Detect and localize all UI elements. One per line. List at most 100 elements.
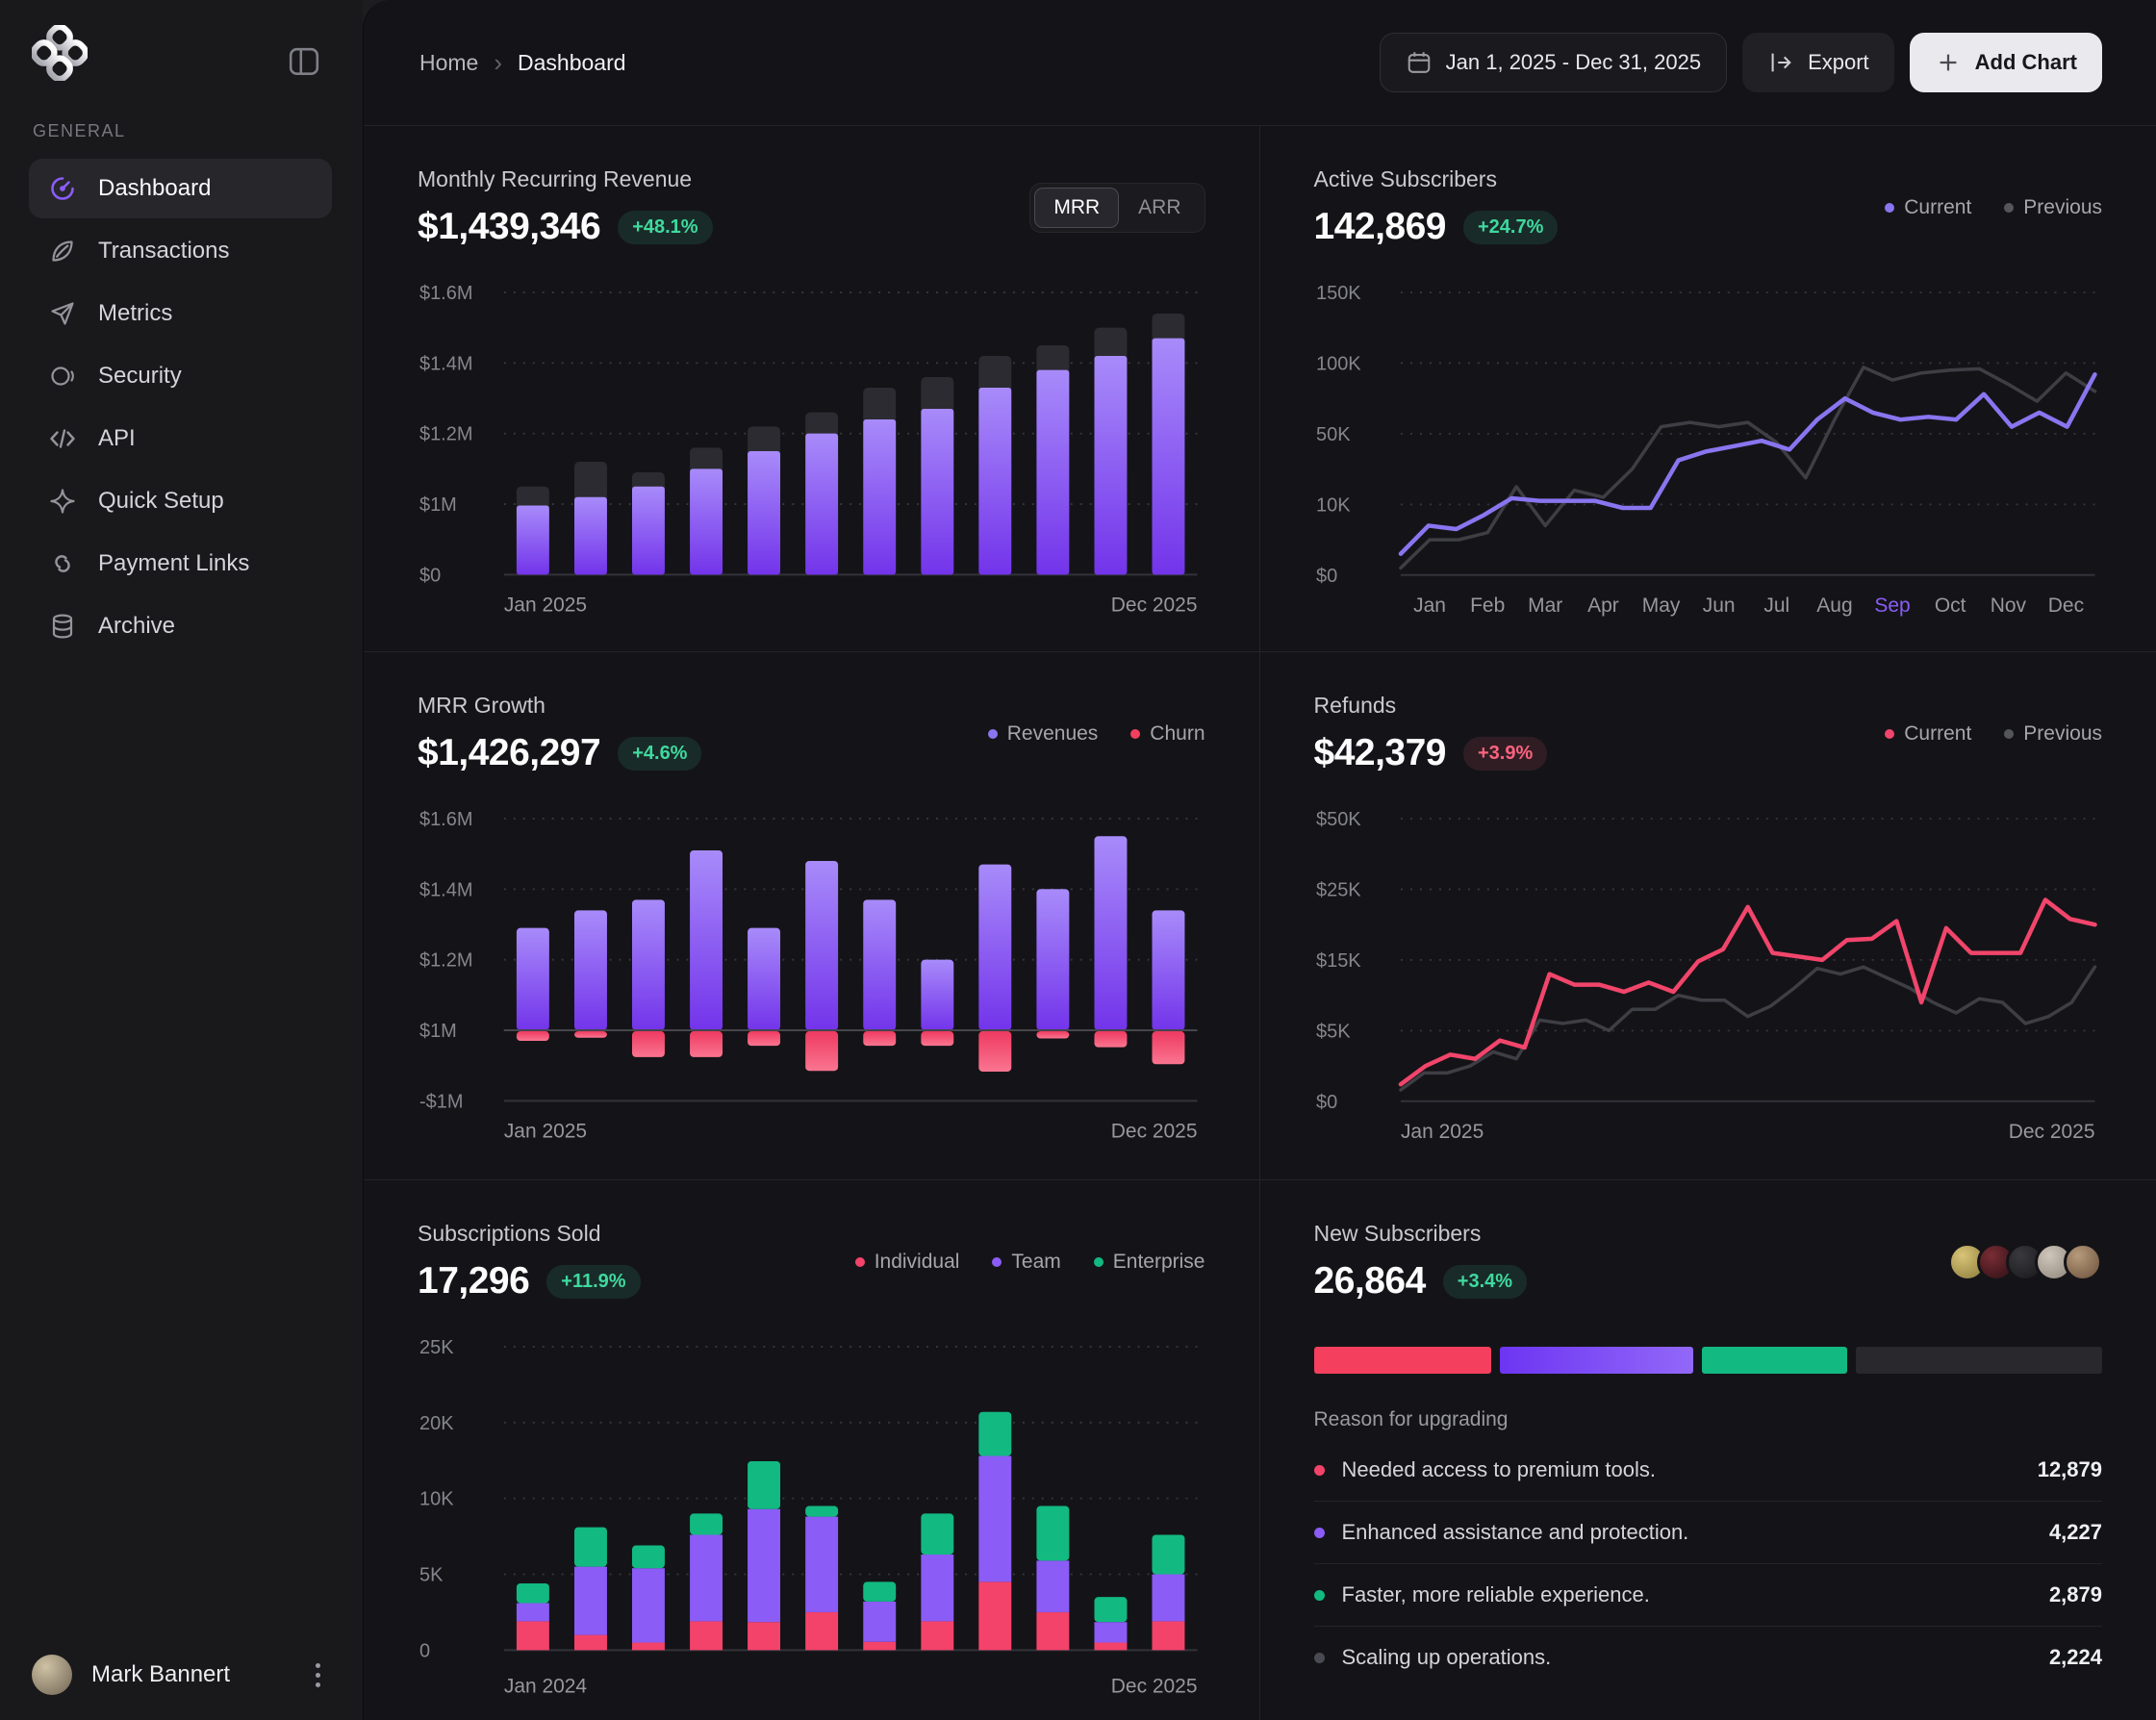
plus-icon	[1935, 49, 1962, 76]
svg-text:$0: $0	[1316, 566, 1337, 587]
legend-item: Revenues	[988, 722, 1099, 746]
topbar-actions: Jan 1, 2025 - Dec 31, 2025 Export Add Ch…	[1380, 33, 2102, 92]
sidebar-collapse-icon[interactable]	[288, 46, 320, 75]
legend-item: Previous	[2004, 196, 2102, 219]
sidebar-item-api[interactable]: API	[29, 409, 332, 468]
svg-text:$5K: $5K	[1316, 1021, 1351, 1042]
sidebar-item-label: Quick Setup	[98, 488, 224, 515]
sidebar-item-quick-setup[interactable]: Quick Setup	[29, 471, 332, 531]
calendar-icon	[1406, 49, 1433, 76]
toggle-option-arr[interactable]: ARR	[1119, 188, 1200, 228]
toggle-option-mrr[interactable]: MRR	[1034, 188, 1119, 228]
sidebar-item-dashboard[interactable]: Dashboard	[29, 159, 332, 218]
card-value: 17,296	[418, 1260, 529, 1303]
sidebar-item-payment-links[interactable]: Payment Links	[29, 534, 332, 594]
sidebar-item-security[interactable]: Security	[29, 346, 332, 406]
database-icon	[48, 612, 77, 641]
svg-text:100K: 100K	[1316, 353, 1361, 374]
svg-text:5K: 5K	[419, 1564, 444, 1585]
card-value: 142,869	[1314, 206, 1446, 248]
svg-text:Jan 2025: Jan 2025	[504, 1120, 587, 1142]
card-value: $42,379	[1314, 732, 1446, 774]
sidebar-section-label: GENERAL	[33, 121, 126, 141]
breadcrumb: Home › Dashboard	[419, 50, 626, 76]
svg-text:Dec 2025: Dec 2025	[1111, 594, 1198, 616]
progress-segment	[1856, 1347, 2102, 1374]
svg-text:$1.2M: $1.2M	[419, 950, 472, 972]
topbar: Home › Dashboard Jan 1, 2025 - Dec 31, 2…	[364, 0, 2156, 126]
avatar-group	[1948, 1243, 2102, 1281]
card-title: Active Subscribers	[1314, 166, 1559, 192]
main-panel: Home › Dashboard Jan 1, 2025 - Dec 31, 2…	[363, 0, 2156, 1720]
svg-text:$0: $0	[1316, 1092, 1337, 1113]
svg-text:Mar: Mar	[1528, 594, 1562, 617]
sidebar-item-label: Metrics	[98, 300, 172, 327]
sparkle-icon	[48, 487, 77, 516]
reason-list: Needed access to premium tools.12,879Enh…	[1314, 1439, 2103, 1688]
date-range-label: Jan 1, 2025 - Dec 31, 2025	[1446, 50, 1701, 75]
send-icon	[48, 299, 77, 328]
svg-text:Feb: Feb	[1470, 594, 1505, 617]
export-label: Export	[1808, 50, 1869, 75]
svg-text:-$1M: -$1M	[419, 1091, 463, 1112]
legend-item: Current	[1885, 722, 1971, 746]
card-new-subscribers: New Subscribers 26,864 +3.4% Reason for …	[1260, 1179, 2156, 1720]
user-menu-kebab-icon[interactable]	[310, 1657, 326, 1693]
svg-text:Sep: Sep	[1874, 594, 1910, 617]
chart-legend: Current Previous	[1885, 196, 2102, 219]
delta-badge: +3.4%	[1443, 1265, 1527, 1299]
reason-row: Scaling up operations.2,224	[1314, 1627, 2103, 1688]
svg-text:Jan 2024: Jan 2024	[504, 1675, 588, 1697]
app-logo-icon	[32, 25, 88, 81]
sidebar-item-transactions[interactable]: Transactions	[29, 221, 332, 281]
user-avatar	[32, 1655, 72, 1695]
add-chart-button[interactable]: Add Chart	[1910, 33, 2102, 92]
date-range-button[interactable]: Jan 1, 2025 - Dec 31, 2025	[1380, 33, 1727, 92]
chart-legend: IndividualTeamEnterprise	[855, 1251, 1205, 1274]
svg-text:150K: 150K	[1316, 283, 1361, 304]
sidebar-item-metrics[interactable]: Metrics	[29, 284, 332, 343]
svg-text:25K: 25K	[419, 1337, 454, 1358]
mrr-bar-chart: $0$1M$1.2M$1.4M$1.6MJan 2025Dec 2025	[418, 266, 1205, 622]
face-icon	[48, 362, 77, 391]
delta-badge: +4.6%	[618, 737, 701, 771]
reason-row: Needed access to premium tools.12,879	[1314, 1439, 2103, 1502]
code-icon	[48, 424, 77, 453]
sidebar-nav: Dashboard Transactions Metrics Security API Q…	[29, 159, 332, 656]
svg-text:10K: 10K	[419, 1489, 454, 1510]
svg-text:$1.2M: $1.2M	[419, 424, 472, 445]
leaf-icon	[48, 237, 77, 266]
legend-item: Churn	[1130, 722, 1205, 746]
user-name: Mark Bannert	[91, 1661, 291, 1688]
delta-badge: +11.9%	[546, 1265, 640, 1299]
card-title: Refunds	[1314, 693, 1548, 719]
chart-legend: CurrentPrevious	[1885, 722, 2102, 746]
progress-segment	[1702, 1347, 1848, 1374]
delta-badge: +3.9%	[1463, 737, 1547, 771]
sidebar-item-archive[interactable]: Archive	[29, 596, 332, 656]
svg-text:$1.4M: $1.4M	[419, 879, 472, 900]
breadcrumb-current: Dashboard	[518, 50, 626, 76]
mrr-arr-toggle: MRR ARR	[1029, 183, 1205, 233]
legend-item: Current	[1885, 196, 1971, 219]
progress-segment	[1314, 1347, 1491, 1374]
sidebar-item-label: Payment Links	[98, 550, 249, 577]
breadcrumb-home[interactable]: Home	[419, 50, 478, 76]
sidebar-item-label: Security	[98, 363, 182, 390]
user-profile[interactable]: Mark Bannert	[32, 1655, 326, 1695]
delta-badge: +24.7%	[1463, 211, 1558, 244]
svg-text:$1.6M: $1.6M	[419, 809, 472, 830]
svg-text:$25K: $25K	[1316, 879, 1361, 900]
legend-item: Team	[992, 1251, 1060, 1274]
delta-badge: +48.1%	[618, 211, 712, 244]
svg-text:$1.4M: $1.4M	[419, 353, 472, 374]
sidebar-item-label: Transactions	[98, 238, 230, 265]
svg-text:$1.6M: $1.6M	[419, 283, 472, 304]
export-button[interactable]: Export	[1742, 33, 1894, 92]
add-chart-label: Add Chart	[1975, 50, 2077, 75]
svg-text:Dec 2025: Dec 2025	[1111, 1120, 1198, 1142]
card-monthly-recurring-revenue: Monthly Recurring Revenue $1,439,346 +48…	[364, 126, 1260, 651]
svg-text:10K: 10K	[1316, 494, 1351, 516]
svg-text:$50K: $50K	[1316, 809, 1361, 830]
svg-text:Nov: Nov	[1990, 594, 2026, 617]
